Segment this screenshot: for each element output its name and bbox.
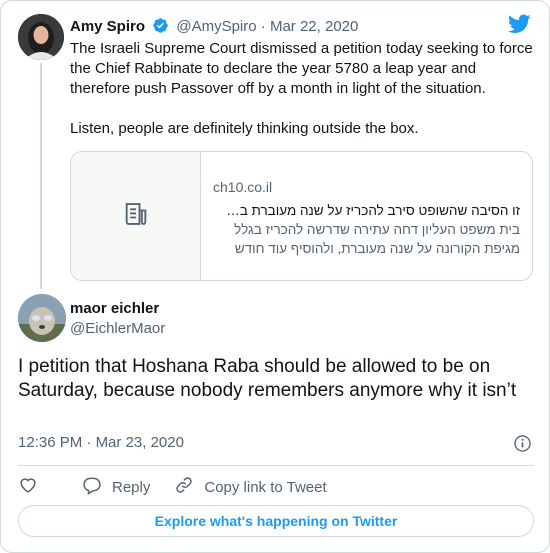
explore-button[interactable]: Explore what's happening on Twitter xyxy=(18,505,534,537)
reply-tweet-text: I petition that Hoshana Raba should be a… xyxy=(18,356,517,401)
reply-author-name[interactable]: maor eichler xyxy=(70,299,165,319)
tweet-date[interactable]: Mar 22, 2020 xyxy=(270,18,358,35)
verified-badge-icon xyxy=(152,17,169,38)
reply-button[interactable]: Reply xyxy=(82,475,150,499)
reply-tweet-header: maor eichler @EichlerMaor xyxy=(70,299,165,339)
maor-eichler-avatar[interactable] xyxy=(18,294,66,342)
twitter-bird-icon[interactable] xyxy=(507,14,531,39)
like-button[interactable] xyxy=(18,475,48,499)
link-description: בית משפט העליון דחה עתירה שדרשה להכריז ב… xyxy=(234,222,520,256)
heart-icon xyxy=(18,475,48,499)
author-handle[interactable]: @AmySpiro xyxy=(176,18,256,35)
thread-connector-line xyxy=(40,63,42,289)
tweet-embed-card: Amy Spiro @AmySpiro · Mar 22, 2020 The I… xyxy=(0,0,550,553)
copy-link-label: Copy link to Tweet xyxy=(204,478,327,496)
speech-bubble-icon xyxy=(82,475,112,499)
original-tweet-text: The Israeli Supreme Court dismissed a pe… xyxy=(70,40,533,137)
amy-spiro-avatar[interactable] xyxy=(18,14,64,60)
author-name[interactable]: Amy Spiro xyxy=(70,18,145,35)
link-icon xyxy=(174,475,204,499)
original-tweet-header: Amy Spiro @AmySpiro · Mar 22, 2020 xyxy=(70,17,358,38)
reply-date: Mar 23, 2020 xyxy=(95,434,184,451)
link-title: זו הסיבה שהשופט סירב להכריז על שנה מעובר… xyxy=(226,203,520,218)
separator-dot: · xyxy=(260,18,266,35)
link-preview-body: ch10.co.il זו הסיבה שהשופט סירב להכריז ע… xyxy=(201,152,532,280)
action-bar: Reply Copy link to Tweet xyxy=(18,475,327,499)
article-icon xyxy=(122,200,150,233)
copy-link-button[interactable]: Copy link to Tweet xyxy=(174,475,327,499)
reply-label: Reply xyxy=(112,478,151,496)
link-preview-card[interactable]: ch10.co.il זו הסיבה שהשופט סירב להכריז ע… xyxy=(70,151,533,281)
link-domain: ch10.co.il xyxy=(213,179,273,195)
reply-author-handle[interactable]: @EichlerMaor xyxy=(70,319,165,339)
reply-timestamp[interactable]: 12:36 PM · Mar 23, 2020 xyxy=(18,434,184,451)
separator-dot: · xyxy=(86,434,92,451)
actions-divider xyxy=(18,465,534,466)
reply-time: 12:36 PM xyxy=(18,434,83,451)
info-icon[interactable] xyxy=(513,434,532,458)
link-preview-thumbnail xyxy=(71,152,201,280)
